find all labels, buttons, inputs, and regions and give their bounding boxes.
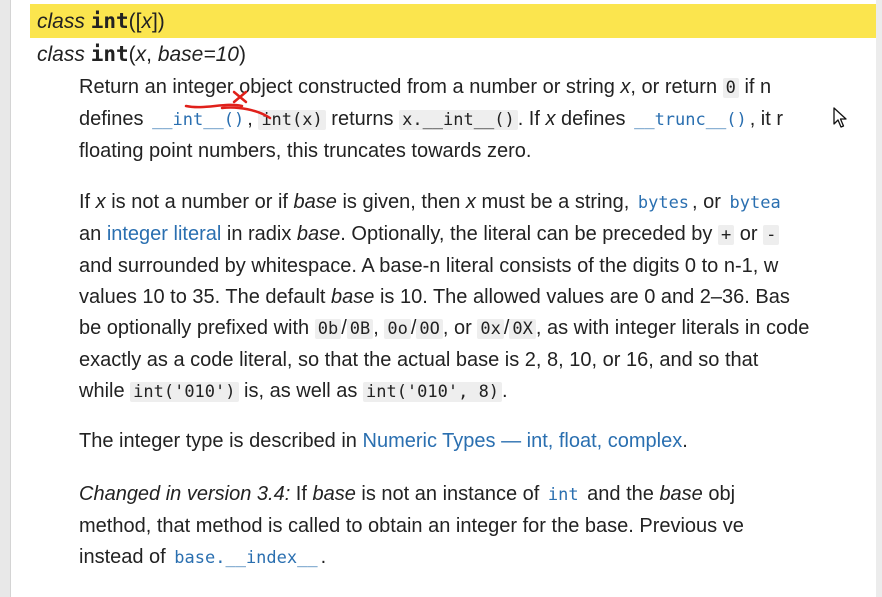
version-changed-label: Changed in version 3.4:: [79, 483, 291, 505]
left-margin-divider: [10, 0, 11, 597]
link-bytes[interactable]: bytes: [635, 193, 692, 213]
paragraph-description: Return an integer object constructed fro…: [79, 76, 784, 162]
mouse-pointer-icon: [833, 107, 847, 128]
function-name: int: [90, 9, 129, 33]
link-int-dunder[interactable]: __int__(): [149, 110, 247, 130]
link-trunc-dunder[interactable]: __trunc__(): [631, 110, 750, 130]
function-name: int: [90, 42, 129, 66]
class-keyword: class: [37, 43, 85, 66]
link-base-index[interactable]: base.__index__: [171, 548, 320, 568]
signature-with-base: class int(x, base=10): [37, 42, 246, 66]
left-margin-bar: [0, 0, 10, 597]
link-integer-literal[interactable]: integer literal: [107, 223, 222, 245]
paragraph-numeric-types: The integer type is described in Numeric…: [79, 430, 688, 452]
paragraph-version-change: Changed in version 3.4: If base is not a…: [79, 483, 744, 568]
link-int[interactable]: int: [545, 485, 582, 505]
signature-highlighted: class int([x]): [30, 4, 876, 38]
link-bytearray[interactable]: bytea: [727, 193, 784, 213]
paragraph-base-rules: If x is not a number or if base is given…: [79, 191, 810, 402]
link-numeric-types[interactable]: Numeric Types — int, float, complex: [363, 430, 683, 452]
class-keyword: class: [37, 10, 85, 33]
